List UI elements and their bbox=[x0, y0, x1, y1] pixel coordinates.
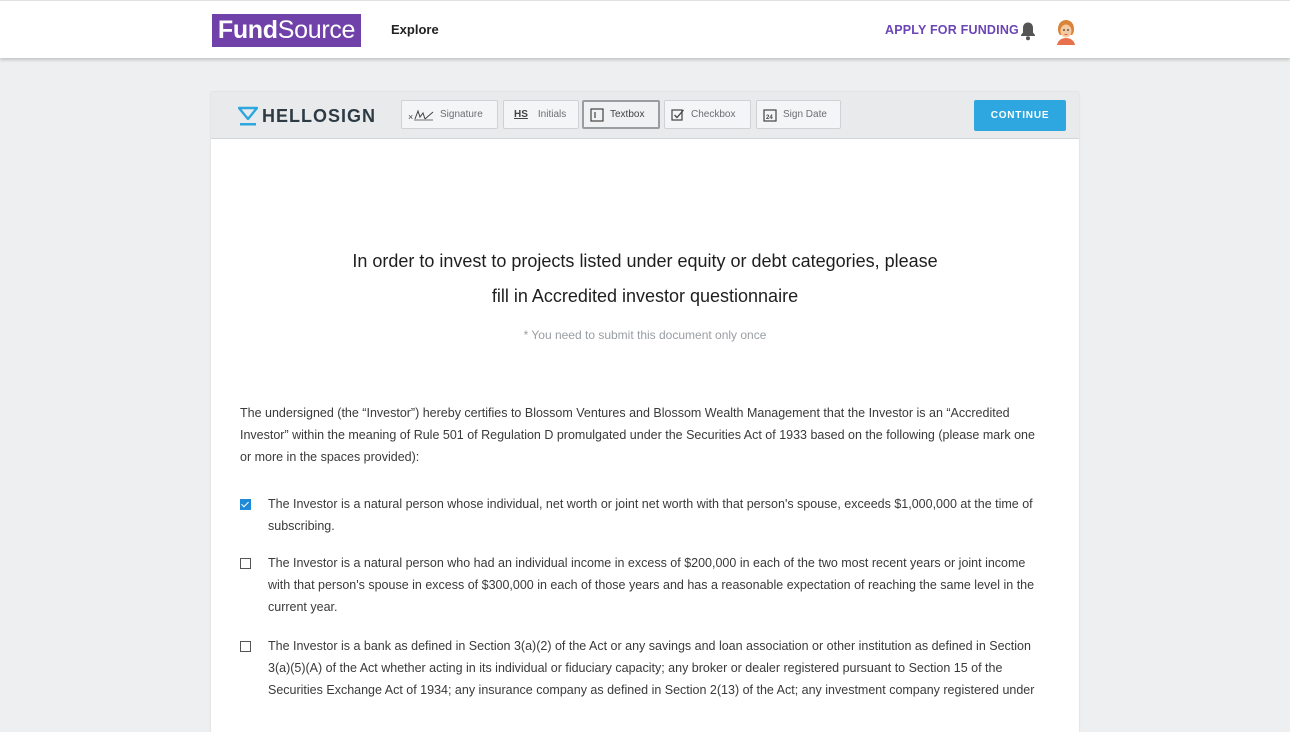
document-card: HELLOSIGN × Signature HS Initials Textbo… bbox=[211, 92, 1079, 732]
questionnaire-item: The Investor is a bank as defined in Sec… bbox=[240, 635, 1050, 701]
sign-date-tool[interactable]: 24 Sign Date bbox=[756, 100, 841, 129]
explore-link[interactable]: Explore bbox=[391, 22, 439, 37]
headline-line-1: In order to invest to projects listed un… bbox=[352, 251, 938, 271]
initials-tool[interactable]: HS Initials bbox=[503, 100, 579, 129]
page-title: In order to invest to projects listed un… bbox=[211, 244, 1079, 314]
sign-date-tool-label: Sign Date bbox=[783, 109, 827, 120]
submission-note: * You need to submit this document only … bbox=[523, 328, 767, 342]
headline-line-2: fill in Accredited investor questionnair… bbox=[491, 286, 799, 306]
logo-bold-text: Fund bbox=[217, 16, 278, 44]
bell-icon[interactable] bbox=[1019, 21, 1037, 41]
initials-icon: HS bbox=[514, 109, 528, 120]
top-nav: FundSource Explore APPLY FOR FUNDING bbox=[0, 0, 1290, 58]
initials-tool-label: Initials bbox=[537, 109, 567, 120]
hellosign-toolbar: HELLOSIGN × Signature HS Initials Textbo… bbox=[211, 92, 1079, 139]
textbox-tool[interactable]: Textbox bbox=[582, 100, 660, 129]
checkbox-tool[interactable]: Checkbox bbox=[664, 100, 751, 129]
checkbox-institution[interactable] bbox=[240, 641, 251, 652]
checkbox-net-worth[interactable] bbox=[240, 499, 251, 510]
apply-for-funding-link[interactable]: APPLY FOR FUNDING bbox=[885, 23, 1019, 37]
hellosign-logo: HELLOSIGN bbox=[238, 105, 376, 127]
calendar-icon: 24 bbox=[763, 108, 777, 122]
checkbox-icon bbox=[671, 108, 685, 122]
continue-button[interactable]: CONTINUE bbox=[974, 100, 1066, 131]
questionnaire-item: The Investor is a natural person who had… bbox=[240, 552, 1050, 618]
questionnaire-item-text: The Investor is a natural person whose i… bbox=[268, 497, 1033, 533]
svg-text:×: × bbox=[408, 112, 413, 122]
hellosign-mark-icon bbox=[238, 106, 258, 126]
checkbox-tool-label: Checkbox bbox=[691, 109, 736, 120]
intro-paragraph: The undersigned (the “Investor”) hereby … bbox=[240, 406, 1035, 464]
questionnaire-item-text: The Investor is a bank as defined in Sec… bbox=[268, 639, 1035, 697]
signature-icon: × bbox=[408, 107, 434, 123]
user-avatar[interactable] bbox=[1055, 19, 1077, 45]
hellosign-brand-text: HELLOSIGN bbox=[262, 105, 377, 126]
svg-text:24: 24 bbox=[766, 115, 773, 121]
signature-tool[interactable]: × Signature bbox=[401, 100, 498, 129]
questionnaire-item: The Investor is a natural person whose i… bbox=[240, 493, 1050, 537]
questionnaire-item-text: The Investor is a natural person who had… bbox=[268, 556, 1035, 614]
checkbox-income[interactable] bbox=[240, 558, 251, 569]
textbox-tool-label: Textbox bbox=[610, 109, 645, 120]
logo-light-text: Source bbox=[277, 16, 356, 44]
textbox-icon bbox=[590, 107, 604, 122]
signature-tool-label: Signature bbox=[440, 109, 483, 120]
fundsource-logo[interactable]: FundSource bbox=[212, 14, 361, 47]
